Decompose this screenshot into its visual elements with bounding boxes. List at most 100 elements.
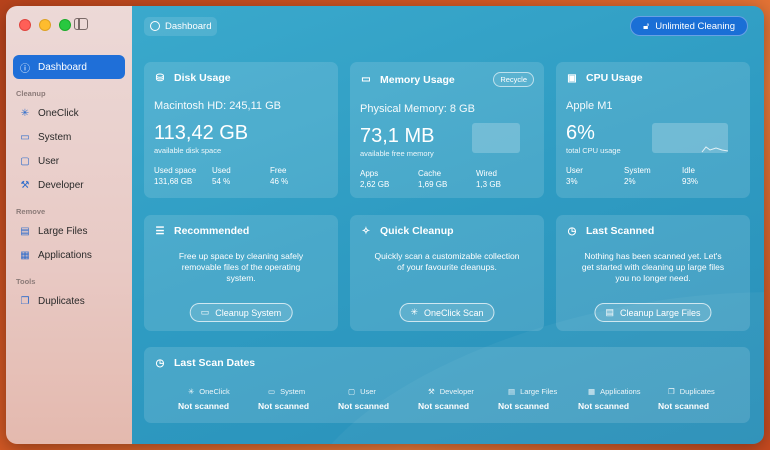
scan-date-value: Not scanned [338,401,390,411]
sidebar: ⓘ Dashboard Cleanup ✳ OneClick ▭ System … [6,6,132,444]
memory-graph [472,123,520,153]
hammer-icon: ⚒ [20,179,30,191]
last-scanned-text: Nothing has been scanned yet. Let's get … [581,251,725,283]
scan-date-label: Duplicates [679,387,715,396]
checklist-icon: ☰ [155,225,165,237]
stat-value: 2% [624,177,636,186]
button-label: OneClick Scan [424,307,484,318]
scan-date-label: System [280,387,306,396]
stat-value: 54 % [212,177,231,186]
sidebar-item-label: OneClick [38,107,79,119]
sidebar-item-label: User [38,155,60,167]
sparkle-icon: ✳ [410,307,419,317]
card-title: Disk Usage [174,72,231,84]
sidebar-item-label: Applications [38,249,92,261]
button-label: Cleanup System [215,307,282,318]
broom-icon: ✧ [361,225,371,237]
stat-label: Cache [418,169,442,178]
cpu-graph-line [701,146,729,153]
stat-label: Wired [476,169,497,178]
minimize-window-button[interactable] [39,19,51,31]
scan-date-value: Not scanned [418,401,470,411]
scan-date-label: User [360,387,376,396]
sidebar-item-duplicates[interactable]: ❐ Duplicates [13,289,125,313]
disk-available-value: 113,42 GB [154,122,249,144]
unlimited-cleaning-button[interactable]: 🔓︎ Unlimited Cleaning [630,16,748,36]
stat-label: Used space [154,166,197,175]
laptop-icon: ▭ [268,387,276,396]
scan-date-applications: ▦ Applications Not scanned [578,387,658,411]
last-scan-dates-card: ◷ Last Scan Dates ✳ OneClick Not scanned … [144,347,750,423]
recycle-button[interactable]: Recycle [493,72,534,87]
button-label: Cleanup Large Files [619,307,701,318]
stat-value: 3% [566,177,578,186]
sidebar-item-user[interactable]: ▢ User [13,149,125,173]
stat-label: Used [212,166,231,175]
folder-icon: ▢ [348,387,356,396]
scan-date-developer: ⚒ Developer Not scanned [418,387,498,411]
card-title: Recommended [174,225,250,237]
disk-available-label: available disk space [154,146,222,155]
stat-value: 1,3 GB [476,180,501,189]
laptop-icon: ▭ [200,307,210,317]
toolbar: Dashboard 🔓︎ Unlimited Cleaning [144,15,748,37]
unlock-icon: 🔓︎ [643,20,650,32]
sidebar-item-applications[interactable]: ▦ Applications [13,243,125,267]
stat-label: Apps [360,169,379,178]
sidebar-toggle-icon[interactable] [74,18,88,30]
last-scanned-card: ◷ Last Scanned Nothing has been scanned … [556,215,750,331]
recommended-card: ☰ Recommended Free up space by cleaning … [144,215,338,331]
sidebar-section-remove: Remove [16,207,46,216]
sidebar-item-developer[interactable]: ⚒ Developer [13,173,125,197]
quick-cleanup-card: ✧ Quick Cleanup Quickly scan a customiza… [350,215,544,331]
scan-date-value: Not scanned [658,401,710,411]
document-icon: ▤ [20,225,30,237]
laptop-icon: ▭ [20,131,30,143]
sidebar-item-label: Large Files [38,225,88,237]
oneclick-scan-button[interactable]: ✳ OneClick Scan [399,303,495,322]
info-icon [150,21,160,31]
sidebar-item-dashboard[interactable]: ⓘ Dashboard [13,55,125,79]
memory-stats: Apps 2,62 GB Cache 1,69 GB Wired 1,3 GB [360,169,534,189]
card-title: Last Scanned [586,225,655,237]
sidebar-item-oneclick[interactable]: ✳ OneClick [13,101,125,125]
page-title-label: Dashboard [165,20,212,32]
sidebar-item-label: System [38,131,72,143]
scan-date-oneclick: ✳ OneClick Not scanned [178,387,258,411]
stat-value: 46 % [270,177,289,186]
card-title: Last Scan Dates [174,357,256,369]
duplicate-icon: ❐ [20,295,30,307]
disk-volume: Macintosh HD: 245,11 GB [154,100,281,112]
sparkle-icon: ✳ [188,387,195,396]
stat-label: Idle [682,166,695,175]
stat-label: User [566,166,583,175]
stat-value: 1,69 GB [418,180,448,189]
scan-date-label: Applications [600,387,641,396]
cpu-graph [652,123,729,153]
sidebar-item-label: Developer [38,179,84,191]
close-window-button[interactable] [19,19,31,31]
scan-date-value: Not scanned [498,401,550,411]
zoom-window-button[interactable] [59,19,71,31]
sidebar-item-label: Dashboard [38,61,87,73]
document-icon: ▤ [508,387,516,396]
duplicate-icon: ❐ [668,387,675,396]
cleanup-system-button[interactable]: ▭ Cleanup System [189,303,293,322]
document-icon: ▤ [605,307,614,317]
scan-date-label: Large Files [520,387,558,396]
disk-usage-card: ⛁ Disk Usage Macintosh HD: 245,11 GB 113… [144,62,338,198]
clock-icon: ◷ [155,357,165,369]
memory-usage-card: ▭ Memory Usage Recycle Physical Memory: … [350,62,544,198]
stat-label: System [624,166,651,175]
cpu-stats: User 3% System 2% Idle 93% [566,166,740,186]
stat-value: 131,68 GB [154,177,193,186]
sidebar-item-label: Duplicates [38,295,85,307]
sidebar-item-large-files[interactable]: ▤ Large Files [13,219,125,243]
scan-date-value: Not scanned [178,401,230,411]
scan-date-label: Developer [439,387,474,396]
recommended-text: Free up space by cleaning safely removab… [178,251,304,283]
cpu-usage-card: ▣ CPU Usage Apple M1 6% total CPU usage … [556,62,750,198]
cleanup-large-files-button[interactable]: ▤ Cleanup Large Files [594,303,712,322]
sidebar-item-system[interactable]: ▭ System [13,125,125,149]
page-title: Dashboard [144,16,218,36]
